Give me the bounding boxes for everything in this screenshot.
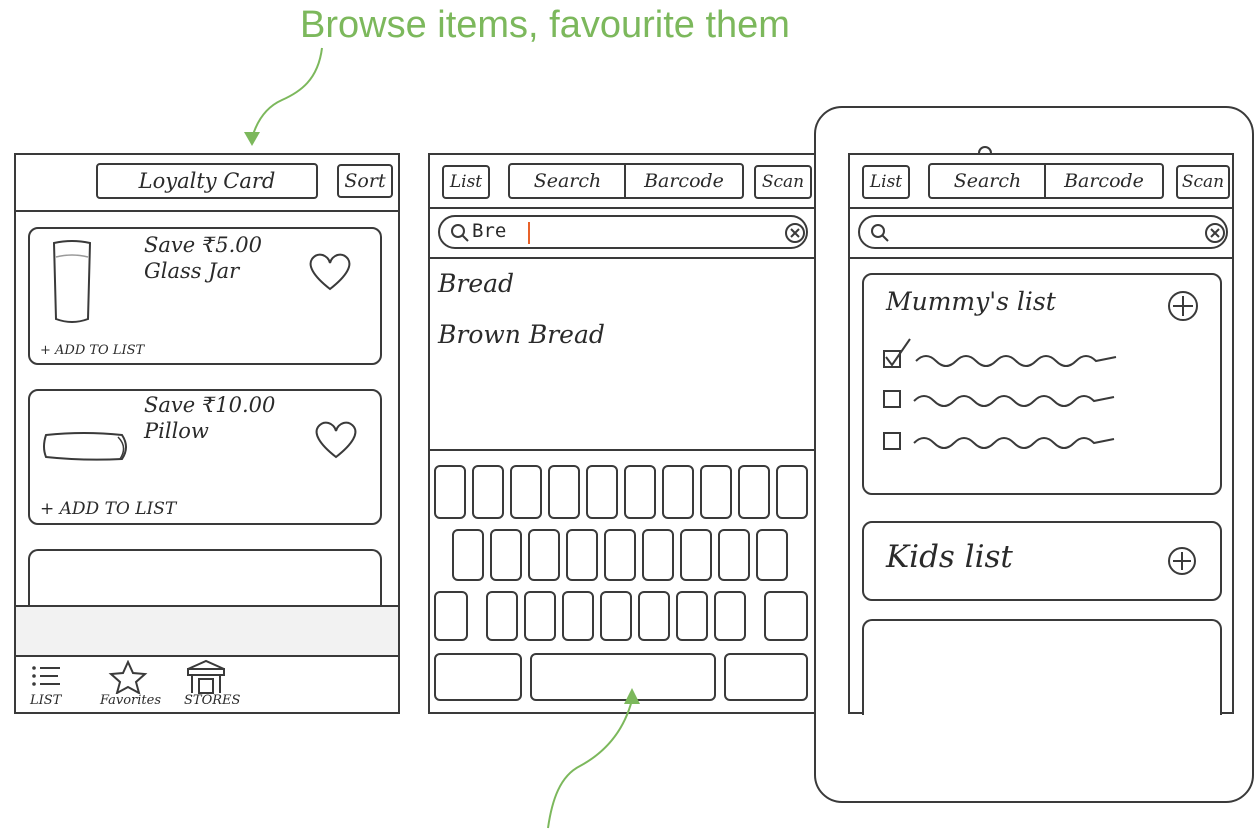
search-input[interactable]: Bre (438, 215, 808, 249)
search-input-value: Bre (472, 220, 507, 242)
item-card[interactable]: Save ₹10.00 Pillow + ADD TO LIST (28, 389, 382, 525)
keyboard-key[interactable] (676, 591, 708, 641)
phone-screen-search: List Search Barcode Scan Bre Bread Brown… (428, 153, 816, 714)
search-tab[interactable]: Search (928, 163, 1046, 199)
keyboard-key[interactable] (600, 591, 632, 641)
heart-icon[interactable] (312, 419, 360, 461)
ad-banner (16, 605, 398, 657)
add-circle-icon[interactable] (1166, 289, 1200, 323)
nav-list-label[interactable]: LIST (30, 693, 61, 708)
sort-button[interactable]: Sort (337, 164, 393, 198)
list-card[interactable]: Kids list (862, 521, 1222, 601)
keyboard-key[interactable] (486, 591, 518, 641)
keyboard-key[interactable] (714, 591, 746, 641)
keyboard-key[interactable] (700, 465, 732, 519)
scan-button[interactable]: Scan (1176, 165, 1230, 199)
keyboard-key[interactable] (528, 529, 560, 581)
keyboard-key[interactable] (642, 529, 674, 581)
backspace-key[interactable] (764, 591, 808, 641)
keyboard-key[interactable] (718, 529, 750, 581)
item-card[interactable]: Save ₹5.00 Glass Jar + ADD TO LIST (28, 227, 382, 365)
barcode-tab[interactable]: Barcode (1044, 163, 1164, 199)
keyboard-key[interactable] (490, 529, 522, 581)
keyboard-key[interactable] (434, 465, 466, 519)
search-input[interactable] (858, 215, 1228, 249)
glass-jar-icon (52, 240, 92, 323)
shift-key[interactable] (434, 591, 468, 641)
keyboard-key[interactable] (510, 465, 542, 519)
keyboard-key[interactable] (566, 529, 598, 581)
arrowhead-icon (244, 132, 260, 146)
search-result-item[interactable]: Brown Bread (438, 320, 605, 349)
keyboard-key[interactable] (680, 529, 712, 581)
list-tab-button[interactable]: List (862, 165, 910, 199)
item-card-partial (28, 549, 382, 609)
search-icon (871, 224, 889, 242)
keyboard-key[interactable] (662, 465, 694, 519)
space-key[interactable] (530, 653, 716, 701)
list-card-partial (862, 619, 1222, 715)
keyboard-key[interactable] (452, 529, 484, 581)
keyboard-key[interactable] (776, 465, 808, 519)
list-card-title: Kids list (886, 539, 1013, 575)
keyboard-key[interactable] (586, 465, 618, 519)
item-offer: Save ₹5.00 (144, 233, 262, 257)
barcode-tab[interactable]: Barcode (624, 163, 744, 199)
arrow-to-keyboard (547, 699, 633, 829)
numbers-key[interactable] (434, 653, 522, 701)
list-card-title: Mummy's list (886, 287, 1056, 316)
keyboard-key[interactable] (472, 465, 504, 519)
nav-favorites-label[interactable]: Favorites (100, 693, 161, 708)
keyboard-key[interactable] (548, 465, 580, 519)
add-circle-icon[interactable] (1166, 545, 1198, 577)
keyboard (430, 449, 814, 714)
search-icon (451, 224, 469, 242)
list-tab-button[interactable]: List (442, 165, 490, 199)
star-icon (108, 659, 148, 696)
search-result-item[interactable]: Bread (438, 269, 514, 298)
list-items (883, 338, 1117, 450)
tablet-screen-lists: List Search Barcode Scan Mummy's list Ki… (848, 153, 1234, 715)
search-tab[interactable]: Search (508, 163, 626, 199)
nav-list[interactable] (30, 663, 64, 695)
return-key[interactable] (724, 653, 808, 701)
annotation-title: Browse items, favourite them (300, 4, 790, 46)
item-name: Glass Jar (144, 259, 240, 283)
pillow-icon (43, 432, 127, 461)
arrow-to-browse (251, 47, 323, 139)
phone-screen-browse: Loyalty Card Sort Save ₹5.00 Glass Jar +… (14, 153, 400, 714)
keyboard-key[interactable] (562, 591, 594, 641)
add-to-list-link[interactable]: + ADD TO LIST (40, 499, 176, 519)
keyboard-key[interactable] (604, 529, 636, 581)
clear-icon[interactable] (1204, 222, 1226, 244)
keyboard-key[interactable] (756, 529, 788, 581)
list-card[interactable]: Mummy's list (862, 273, 1222, 495)
keyboard-key[interactable] (524, 591, 556, 641)
scan-button[interactable]: Scan (754, 165, 812, 199)
item-offer: Save ₹10.00 (144, 393, 276, 417)
heart-icon[interactable] (306, 251, 354, 293)
store-icon (187, 659, 225, 694)
keyboard-key[interactable] (738, 465, 770, 519)
clear-icon[interactable] (784, 222, 806, 244)
list-icon (32, 666, 60, 686)
add-to-list-link[interactable]: + ADD TO LIST (40, 343, 144, 358)
keyboard-key[interactable] (638, 591, 670, 641)
loyalty-card-button[interactable]: Loyalty Card (96, 163, 318, 199)
item-name: Pillow (144, 419, 209, 443)
keyboard-key[interactable] (624, 465, 656, 519)
text-caret (528, 222, 530, 244)
nav-stores-label[interactable]: STORES (184, 693, 240, 708)
